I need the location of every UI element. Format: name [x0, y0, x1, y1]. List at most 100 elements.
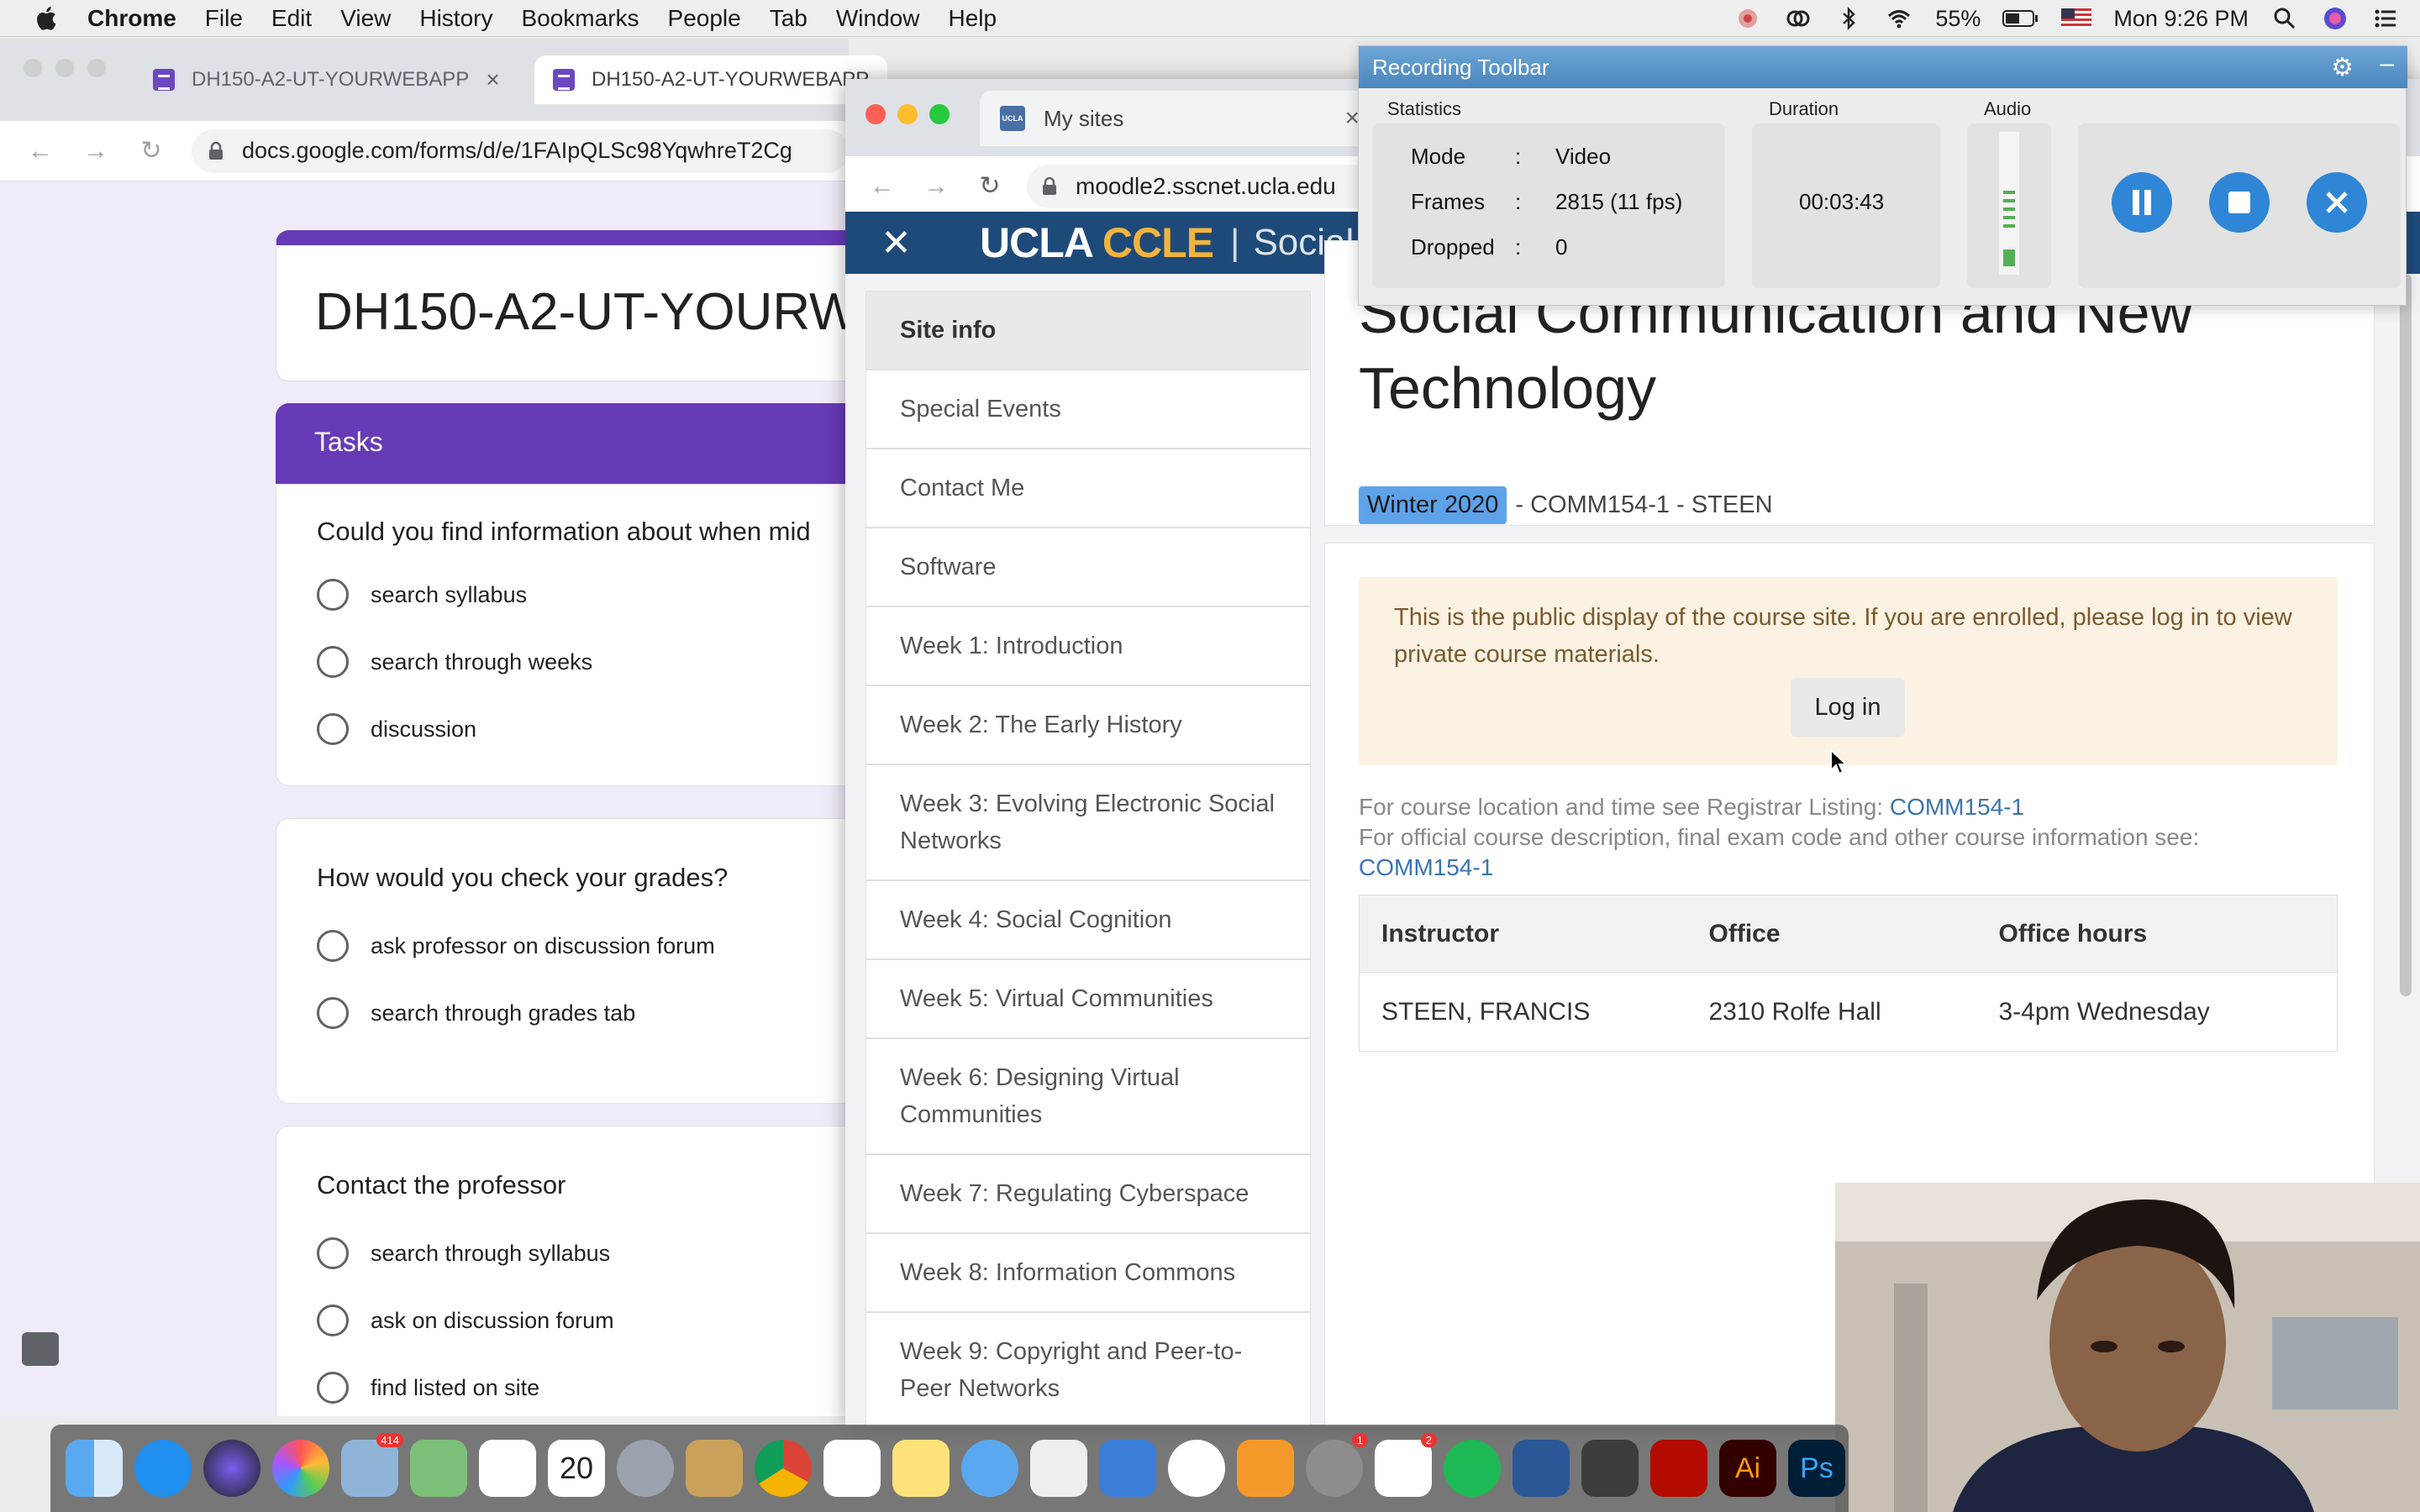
system-preferences-icon[interactable]: 1 [1306, 1433, 1368, 1497]
menu-people[interactable]: People [668, 5, 741, 32]
nav-item-week-5[interactable]: Week 5: Virtual Communities [865, 959, 1311, 1038]
radio-button[interactable] [317, 930, 349, 962]
browser-tab-my-sites[interactable]: UCLA My sites × [980, 91, 1375, 146]
menubar-clock[interactable]: Mon 9:26 PM [2113, 6, 2249, 32]
feedback-icon[interactable] [22, 1332, 59, 1366]
official-link[interactable]: COMM154-1 [1359, 854, 1493, 880]
app-store-icon[interactable] [134, 1440, 192, 1497]
nav-item-week-7[interactable]: Week 7: Regulating Cyberspace [865, 1154, 1311, 1233]
recording-toolbar-titlebar[interactable]: Recording Toolbar ⚙ – [1359, 46, 2407, 88]
url-field[interactable]: docs.google.com/forms/d/e/1FAIpQLSc98Yqw… [192, 129, 849, 173]
creative-cloud-icon[interactable] [1784, 6, 1812, 31]
books-icon[interactable] [1237, 1440, 1294, 1497]
mail-icon[interactable]: 414 [341, 1433, 403, 1497]
nav-item-week-2[interactable]: Week 2: The Early History [865, 685, 1311, 764]
browser-tab-1[interactable]: DH150-A2-UT-YOURWEBAPP × [134, 55, 529, 104]
reminders-icon[interactable] [479, 1440, 536, 1497]
menu-help[interactable]: Help [948, 5, 997, 32]
close-drawer-icon[interactable]: ✕ [881, 222, 923, 265]
keynote-icon[interactable] [1099, 1440, 1156, 1497]
radio-option[interactable]: discussion [317, 713, 476, 745]
radio-option[interactable]: search through syllabus [317, 1237, 610, 1269]
battery-icon[interactable] [2002, 6, 2039, 31]
radio-option[interactable]: find listed on site [317, 1372, 539, 1404]
window-zoom-button[interactable] [87, 59, 106, 77]
menu-history[interactable]: History [419, 5, 492, 32]
window-minimize-button[interactable] [55, 59, 74, 77]
nav-item-special-events[interactable]: Special Events [865, 370, 1311, 449]
nav-item-week-8[interactable]: Week 8: Information Commons [865, 1233, 1311, 1312]
nav-item-contact-me[interactable]: Contact Me [865, 449, 1311, 528]
menu-tab[interactable]: Tab [770, 5, 808, 32]
acrobat-icon[interactable] [1650, 1440, 1707, 1497]
notes-folder-icon[interactable] [686, 1440, 743, 1497]
settings-gear-icon[interactable]: ⚙ [2331, 53, 2354, 82]
stop-button[interactable] [2209, 172, 2270, 233]
tab-close-icon[interactable]: × [486, 66, 499, 93]
spotify-icon[interactable] [1444, 1440, 1501, 1497]
radio-button[interactable] [317, 646, 349, 678]
siri-icon[interactable] [2321, 6, 2349, 31]
numbers-icon[interactable] [823, 1440, 881, 1497]
sublime-text-icon[interactable] [1581, 1440, 1639, 1497]
radio-option[interactable]: ask on discussion forum [317, 1305, 614, 1336]
radio-button[interactable] [317, 1305, 349, 1336]
siri-icon[interactable] [203, 1440, 260, 1497]
reload-icon[interactable]: ↻ [975, 171, 1005, 201]
radio-button[interactable] [317, 713, 349, 745]
window-minimize-button[interactable] [897, 104, 918, 124]
maps-icon[interactable] [410, 1440, 467, 1497]
forward-arrow-icon[interactable]: → [921, 172, 951, 201]
window-close-button[interactable] [865, 104, 886, 124]
nav-item-week-6[interactable]: Week 6: Designing Virtual Communities [865, 1038, 1311, 1154]
radio-option[interactable]: ask professor on discussion forum [317, 930, 715, 962]
notification-center-icon[interactable] [2371, 6, 2400, 31]
browser-tab-2[interactable]: DH150-A2-UT-YOURWEBAPP [534, 55, 887, 104]
illustrator-icon[interactable]: Ai [1719, 1440, 1776, 1497]
radio-option[interactable]: search through grades tab [317, 997, 635, 1029]
textedit-icon[interactable] [1030, 1440, 1087, 1497]
apple-icon[interactable] [32, 3, 62, 34]
itunes-icon[interactable] [1168, 1440, 1225, 1497]
wifi-icon[interactable] [1885, 6, 1913, 31]
nav-item-site-info[interactable]: Site info [865, 291, 1311, 370]
spotlight-search-icon[interactable] [2270, 6, 2299, 31]
record-status-icon[interactable] [1733, 6, 1762, 31]
radio-button[interactable] [317, 579, 349, 611]
notes-icon[interactable] [892, 1440, 950, 1497]
back-arrow-icon[interactable]: ← [867, 172, 897, 201]
login-button[interactable]: Log in [1791, 678, 1905, 737]
registrar-link[interactable]: COMM154-1 [1890, 794, 2024, 820]
pause-button[interactable] [2112, 172, 2172, 233]
menu-window[interactable]: Window [836, 5, 920, 32]
nav-item-week-4[interactable]: Week 4: Social Cognition [865, 880, 1311, 959]
photoshop-icon[interactable]: Ps [1788, 1440, 1845, 1497]
radio-button[interactable] [317, 1237, 349, 1269]
back-arrow-icon[interactable]: ← [25, 137, 55, 165]
ucla-ccle-logo[interactable]: UCLA CCLE [980, 218, 1214, 267]
finder-icon[interactable] [66, 1440, 123, 1497]
nav-item-week-1[interactable]: Week 1: Introduction [865, 606, 1311, 685]
reload-icon[interactable]: ↻ [136, 136, 166, 165]
radio-button[interactable] [317, 1372, 349, 1404]
radio-button[interactable] [317, 997, 349, 1029]
word-icon[interactable] [1512, 1440, 1570, 1497]
radio-option[interactable]: search through weeks [317, 646, 592, 678]
messages-icon[interactable] [961, 1440, 1018, 1497]
window-close-button[interactable] [24, 59, 42, 77]
calendar-icon[interactable]: 20 [548, 1440, 605, 1497]
nav-item-week-9[interactable]: Week 9: Copyright and Peer-to-Peer Netwo… [865, 1312, 1311, 1426]
minimize-icon[interactable]: – [2380, 50, 2394, 78]
photos-icon[interactable] [272, 1440, 329, 1497]
radio-option[interactable]: search syllabus [317, 579, 527, 611]
cancel-recording-button[interactable] [2307, 172, 2367, 233]
nav-item-software[interactable]: Software [865, 528, 1311, 606]
menu-view[interactable]: View [340, 5, 391, 32]
bluetooth-icon[interactable] [1834, 6, 1863, 31]
page-scrollbar[interactable] [2400, 274, 2412, 996]
menu-file[interactable]: File [205, 5, 243, 32]
nav-item-week-3[interactable]: Week 3: Evolving Electronic Social Netwo… [865, 764, 1311, 880]
slack-icon[interactable]: 2 [1375, 1433, 1437, 1497]
menu-edit[interactable]: Edit [271, 5, 312, 32]
window-zoom-button[interactable] [929, 104, 950, 124]
